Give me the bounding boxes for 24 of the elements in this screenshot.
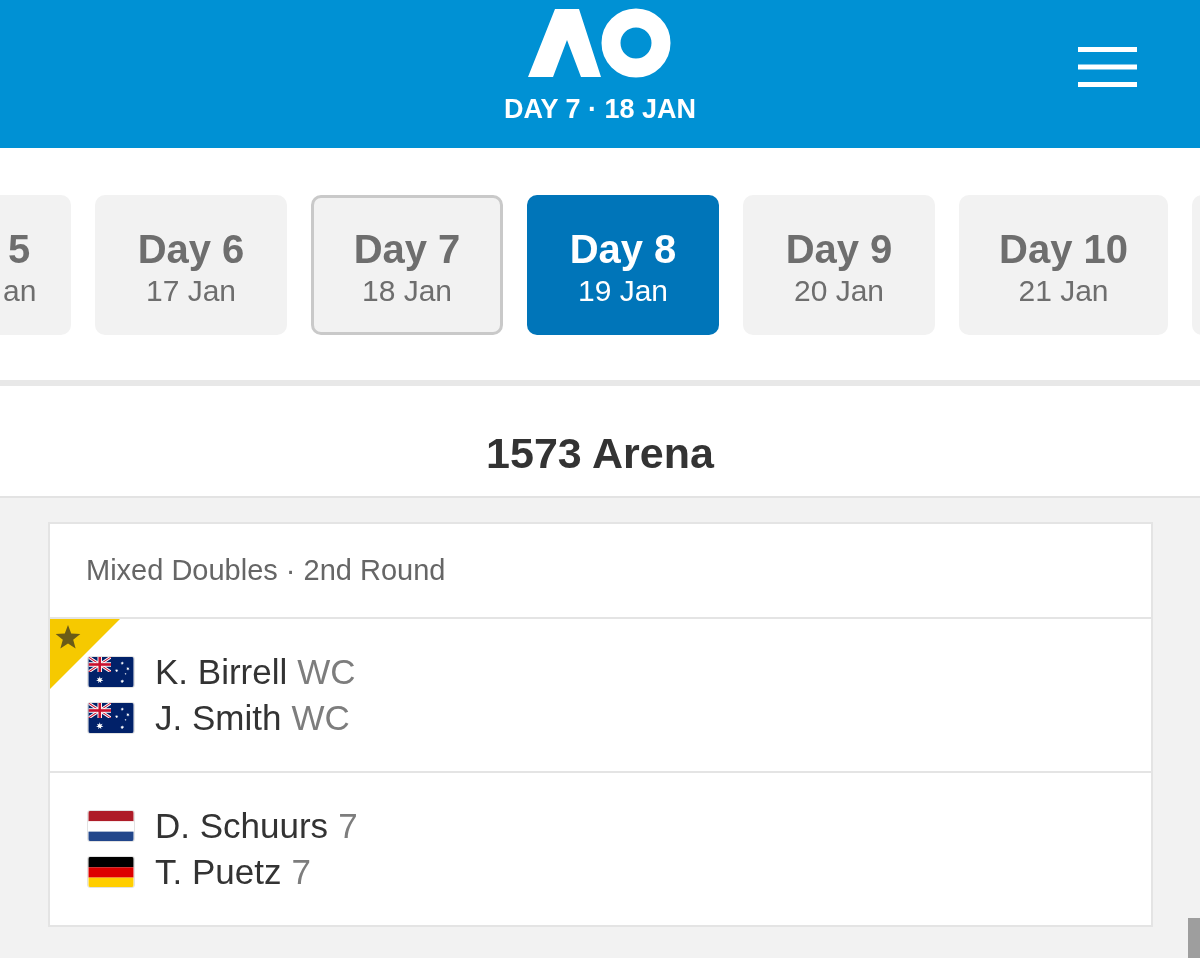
netherlands-flag-icon xyxy=(87,810,135,842)
entry-status: WC xyxy=(297,652,356,692)
day-tab[interactable]: 5 an xyxy=(0,195,71,335)
day-tab[interactable]: Day 7 18 Jan xyxy=(311,195,503,335)
entry-status: WC xyxy=(291,698,350,738)
australia-flag-icon xyxy=(87,656,135,688)
player-name: T. Puetz xyxy=(155,852,282,892)
entry-status: 7 xyxy=(291,852,311,892)
player-name: K. Birrell xyxy=(155,652,288,692)
day-tab[interactable]: Day 10 21 Jan xyxy=(959,195,1168,335)
player-name: J. Smith xyxy=(155,698,282,738)
court-title: 1573 Arena xyxy=(486,428,714,479)
current-day-label: DAY 7 · 18 JAN xyxy=(503,93,697,125)
australia-flag-icon xyxy=(87,702,135,734)
day-tab[interactable]: Day 6 17 Jan xyxy=(95,195,287,335)
scrollbar-thumb[interactable] xyxy=(1188,918,1200,958)
menu-icon[interactable] xyxy=(1078,47,1137,87)
player-name: D. Schuurs xyxy=(155,806,329,846)
day-tab[interactable]: Day 9 20 Jan xyxy=(743,195,935,335)
germany-flag-icon xyxy=(87,856,135,888)
entry-status: 7 xyxy=(338,806,358,846)
day-tab[interactable]: Day 8 19 Jan xyxy=(527,195,719,335)
round-label: Mixed Doubles · 2nd Round xyxy=(86,554,446,587)
logo-icon xyxy=(527,8,673,78)
